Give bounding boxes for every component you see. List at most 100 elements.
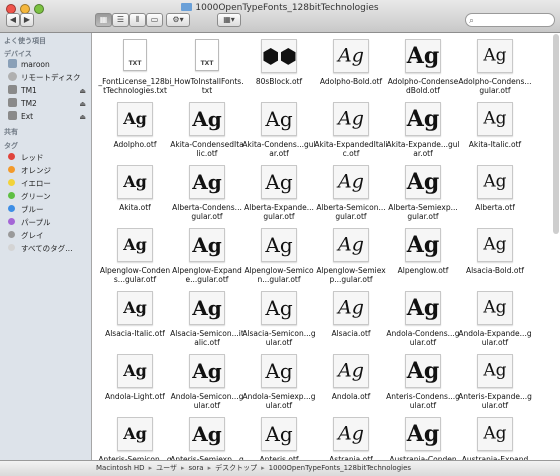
back-button[interactable]: ◀ bbox=[6, 13, 20, 27]
file-item[interactable]: AgAnteris-Semicon...gular.otf bbox=[98, 413, 172, 460]
file-item[interactable]: Ag Andola-Condens...gular.otf bbox=[386, 287, 460, 347]
file-item[interactable]: Ag Alsacia-Italic.otf bbox=[98, 287, 172, 347]
file-item[interactable]: Ag Anteris.otf bbox=[242, 413, 316, 460]
font-preview-thumbnail: Ag bbox=[333, 228, 369, 262]
search-field[interactable]: ⌕ bbox=[465, 13, 555, 27]
arrange-menu-button[interactable]: ▦▾ bbox=[217, 13, 241, 27]
file-item[interactable]: Ag Alberta-Semiexp...gular.otf bbox=[386, 161, 460, 221]
sidebar-item-tag[interactable]: パープル bbox=[8, 217, 91, 229]
search-icon: ⌕ bbox=[469, 16, 475, 26]
file-item[interactable]: Ag Andola-Semiexp...gular.otf bbox=[242, 350, 316, 410]
sidebar-item-device[interactable]: Ext ⏏ bbox=[8, 111, 91, 123]
path-item[interactable]: sora bbox=[188, 464, 203, 472]
font-preview-thumbnail: Ag bbox=[477, 39, 513, 73]
file-item[interactable]: Ag Anteris-Condens...gular.otf bbox=[386, 350, 460, 410]
file-item[interactable]: Ag Andola-Semicon...gular.otf bbox=[170, 350, 244, 410]
sidebar-item-device[interactable]: TM1 ⏏ bbox=[8, 85, 91, 97]
file-item[interactable]: Ag Adolpho-CondensedBold.otf bbox=[386, 35, 460, 95]
file-item[interactable]: Ag Alberta.otf bbox=[458, 161, 532, 221]
file-item[interactable]: TXT _HowToInstallFonts.txt bbox=[170, 35, 244, 95]
icon-view-button[interactable]: ▦ bbox=[95, 13, 112, 27]
sidebar-item-tag[interactable]: オレンジ bbox=[8, 165, 91, 177]
file-item[interactable]: Ag Akita-Expande...gular.otf bbox=[386, 98, 460, 158]
sidebar-item-label: オレンジ bbox=[21, 166, 51, 175]
file-item[interactable]: Ag Akita-Condens...gular.otf bbox=[242, 98, 316, 158]
font-preview-thumbnail: Ag bbox=[117, 354, 153, 388]
font-glyph-preview: Ag bbox=[123, 361, 147, 380]
sidebar-item-label: すべてのタグ… bbox=[21, 244, 73, 253]
file-name: _FontLicense_128bitTechnologies.txt bbox=[98, 77, 172, 95]
file-item[interactable]: Ag Astrania.otf bbox=[314, 413, 388, 460]
file-item[interactable]: AgAnteris-Semiexp...gular.otf bbox=[170, 413, 244, 460]
action-menu-button[interactable]: ⚙▾ bbox=[166, 13, 190, 27]
file-item[interactable]: Ag Alsacia.otf bbox=[314, 287, 388, 347]
file-item[interactable]: Ag Alsacia-Semicon...gular.otf bbox=[242, 287, 316, 347]
file-item[interactable]: Ag Adolpho-Bold.otf bbox=[314, 35, 388, 95]
file-name: Alberta.otf bbox=[475, 203, 515, 212]
file-item[interactable]: Ag Alberta-Condens...gular.otf bbox=[170, 161, 244, 221]
tag-dot-icon bbox=[8, 179, 15, 186]
file-item[interactable]: Ag Akita-Italic.otf bbox=[458, 98, 532, 158]
drive-icon bbox=[8, 98, 17, 107]
sidebar-item-label: maroon bbox=[21, 60, 50, 69]
file-item[interactable]: Ag Alpenglow-Condens...gular.otf bbox=[98, 224, 172, 284]
font-glyph-preview: Ag bbox=[192, 107, 222, 131]
sidebar-item-device[interactable]: リモートディスク bbox=[8, 72, 91, 84]
file-item[interactable]: Ag Alsacia-Semicon...italic.otf bbox=[170, 287, 244, 347]
sidebar-item-tag[interactable]: すべてのタグ… bbox=[8, 243, 91, 255]
drive-icon bbox=[8, 85, 17, 94]
file-item[interactable]: Ag Anteris-Expande...gular.otf bbox=[458, 350, 532, 410]
file-item[interactable]: AgAustrania-Condens...gular.otf bbox=[386, 413, 460, 460]
file-item[interactable]: Ag Alberta-Semicon...gular.otf bbox=[314, 161, 388, 221]
icon-grid: TXT _FontLicense_128bitTechnologies.txt TX… bbox=[93, 33, 560, 460]
chevron-right-icon: ▸ bbox=[148, 464, 153, 472]
file-name: Alsacia-Semicon...italic.otf bbox=[170, 329, 244, 347]
file-item[interactable]: Ag Adolpho-Condens...gular.otf bbox=[458, 35, 532, 95]
coverflow-view-button[interactable]: ▭ bbox=[146, 13, 163, 27]
file-item[interactable]: Ag Akita-CondensedItalic.otf bbox=[170, 98, 244, 158]
file-name: Adolpho-Condens...gular.otf bbox=[458, 77, 532, 95]
font-glyph-preview: Ag bbox=[123, 172, 147, 191]
file-item[interactable]: Ag Adolpho.otf bbox=[98, 98, 172, 158]
file-item[interactable]: ⬢⬢ 80sBlock.otf bbox=[242, 35, 316, 95]
file-item[interactable]: AgAustrania-Expande...gular.otf bbox=[458, 413, 532, 460]
eject-icon[interactable]: ⏏ bbox=[79, 85, 86, 97]
forward-button[interactable]: ▶ bbox=[20, 13, 34, 27]
font-glyph-preview: Ag bbox=[406, 295, 440, 321]
eject-icon[interactable]: ⏏ bbox=[79, 98, 86, 110]
sidebar-item-tag[interactable]: グレイ bbox=[8, 230, 91, 242]
path-item[interactable]: デスクトップ bbox=[215, 464, 257, 472]
file-item[interactable]: TXT _FontLicense_128bitTechnologies.txt bbox=[98, 35, 172, 95]
file-item[interactable]: Ag Alpenglow-Expande...gular.otf bbox=[170, 224, 244, 284]
font-preview-thumbnail: Ag bbox=[189, 291, 225, 325]
font-preview-thumbnail: Ag bbox=[189, 165, 225, 199]
file-item[interactable]: Ag Alsacia-Bold.otf bbox=[458, 224, 532, 284]
list-view-button[interactable]: ☰ bbox=[112, 13, 129, 27]
font-preview-thumbnail: ⬢⬢ bbox=[261, 39, 297, 73]
file-item[interactable]: Ag Andola-Light.otf bbox=[98, 350, 172, 410]
font-glyph-preview: Ag bbox=[406, 232, 440, 258]
column-view-button[interactable]: ⫴ bbox=[129, 13, 146, 27]
vertical-scrollbar[interactable] bbox=[553, 34, 559, 234]
file-item[interactable]: Ag Andola-Expande...gular.otf bbox=[458, 287, 532, 347]
sidebar-item-tag[interactable]: イエロー bbox=[8, 178, 91, 190]
file-name: Alsacia-Italic.otf bbox=[105, 329, 165, 338]
path-item[interactable]: 1000OpenTypeFonts_128bitTechnologies bbox=[269, 464, 411, 472]
file-item[interactable]: Ag Andola.otf bbox=[314, 350, 388, 410]
file-item[interactable]: Ag Alpenglow-Semiexp...gular.otf bbox=[314, 224, 388, 284]
sidebar-item-device[interactable]: TM2 ⏏ bbox=[8, 98, 91, 110]
tags-header: タグ bbox=[4, 142, 18, 150]
sidebar-item-tag[interactable]: ブルー bbox=[8, 204, 91, 216]
path-item[interactable]: ユーザ bbox=[156, 464, 177, 472]
file-item[interactable]: Ag Alpenglow-Semicon...gular.otf bbox=[242, 224, 316, 284]
sidebar-item-device[interactable]: maroon bbox=[8, 59, 91, 71]
font-glyph-preview: Ag bbox=[123, 298, 147, 317]
file-item[interactable]: Ag Alberta-Expande...gular.otf bbox=[242, 161, 316, 221]
sidebar-item-tag[interactable]: レッド bbox=[8, 152, 91, 164]
file-item[interactable]: Ag Akita-ExpandedItalic.otf bbox=[314, 98, 388, 158]
file-item[interactable]: Ag Akita.otf bbox=[98, 161, 172, 221]
path-item[interactable]: Macintosh HD bbox=[96, 464, 145, 472]
eject-icon[interactable]: ⏏ bbox=[79, 111, 86, 123]
sidebar-item-tag[interactable]: グリーン bbox=[8, 191, 91, 203]
file-item[interactable]: Ag Alpenglow.otf bbox=[386, 224, 460, 284]
